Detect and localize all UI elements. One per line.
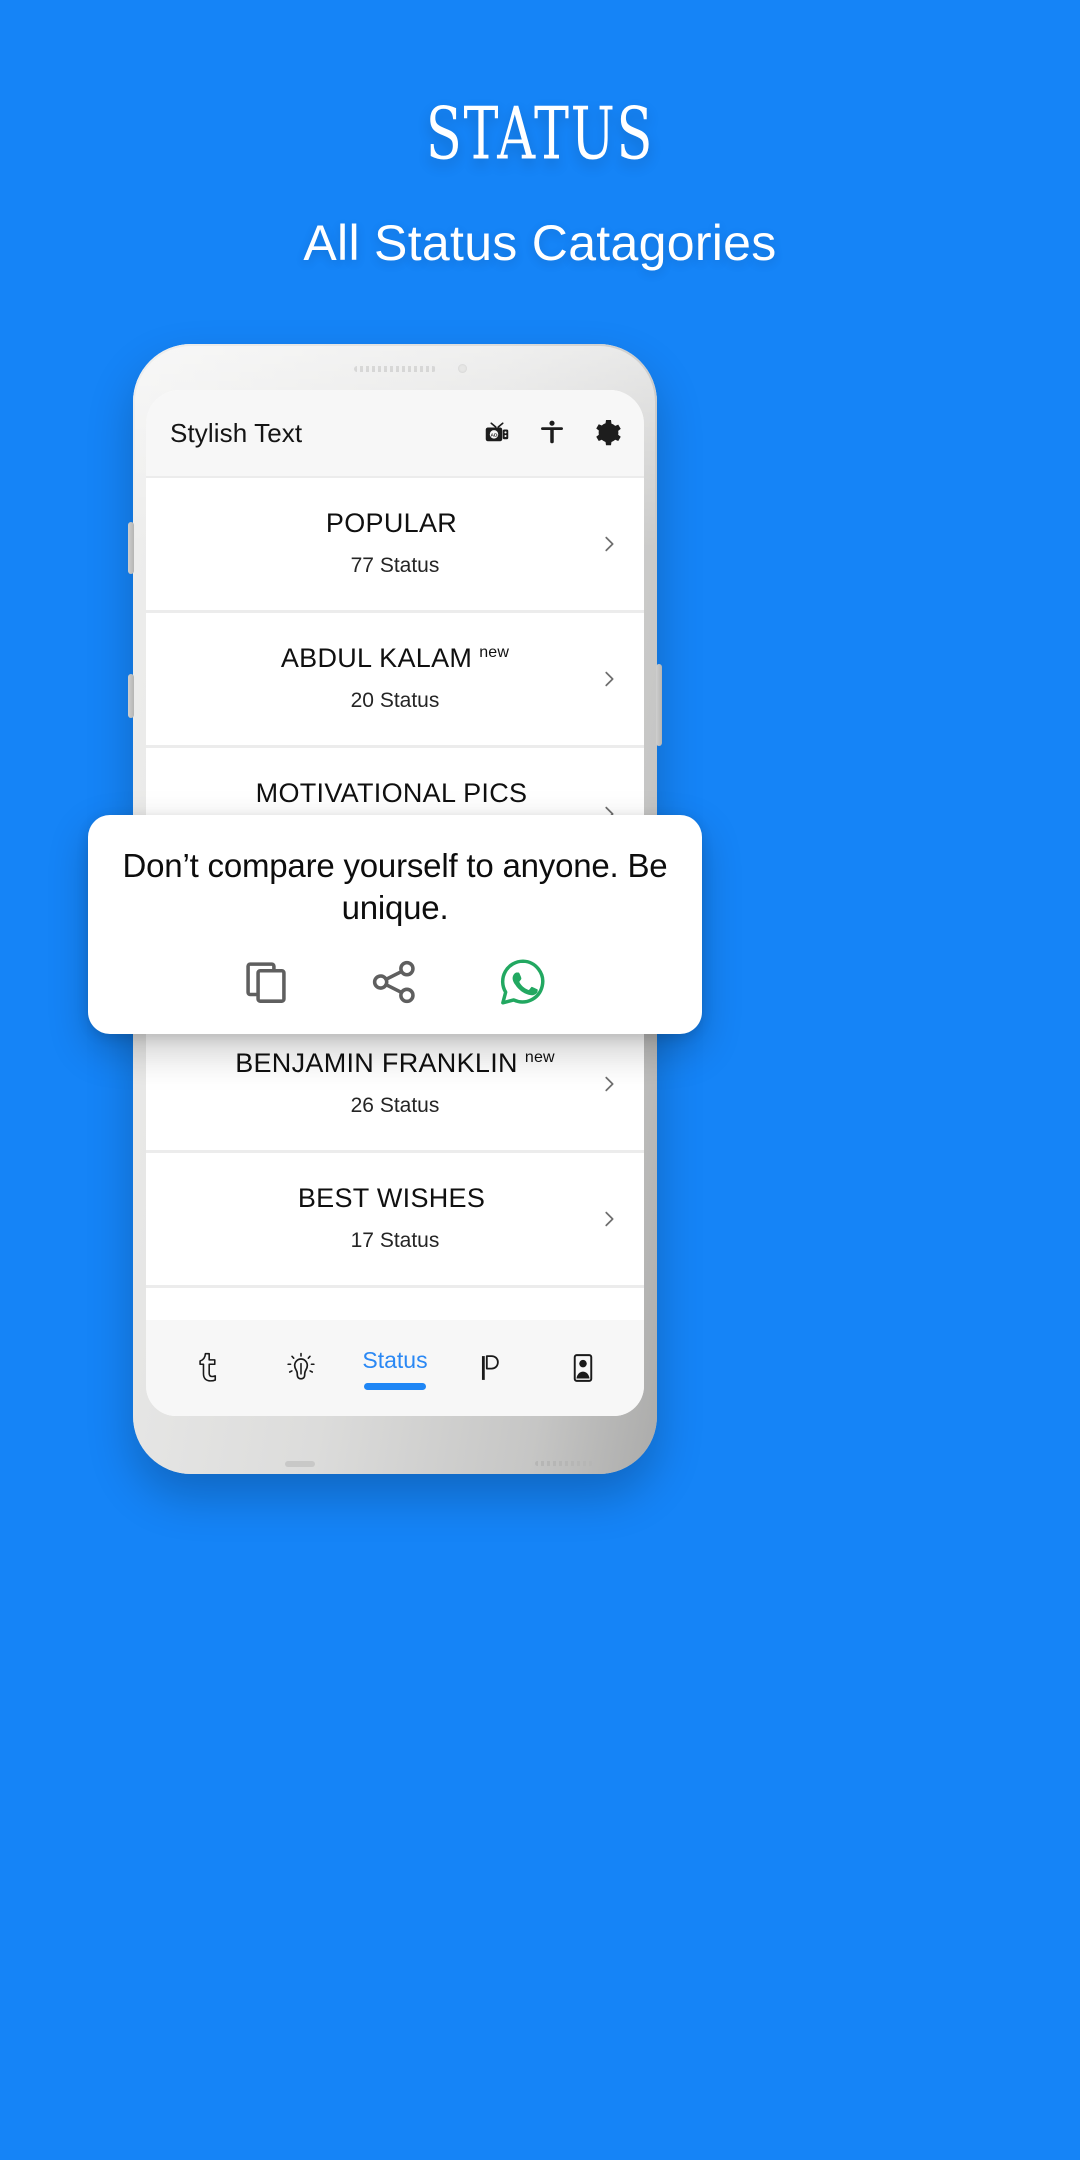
accessibility-icon[interactable] [538, 418, 566, 448]
category-title: BEST WISHES [297, 1183, 486, 1213]
quote-actions [122, 956, 668, 1008]
ad-tv-icon[interactable]: AD [482, 418, 512, 448]
nav-item-status[interactable]: Status [353, 1320, 437, 1416]
page-subtitle: All Status Catagories [303, 215, 777, 271]
category-row[interactable]: BENJAMIN FRANKLIN new 26 Status [146, 1018, 644, 1150]
app-bar-actions: AD [482, 418, 622, 448]
share-icon[interactable] [369, 957, 419, 1007]
category-subtitle: 26 Status [350, 1094, 440, 1117]
new-badge: new [524, 1049, 555, 1066]
category-subtitle: 17 Status [350, 1229, 440, 1252]
chevron-right-icon[interactable] [598, 668, 620, 690]
earpiece-speaker-icon [354, 366, 436, 372]
volume-down-button[interactable] [128, 674, 134, 718]
nav-item-tumblr[interactable] [165, 1320, 249, 1416]
category-row[interactable]: CAPTION FOR DP [146, 1288, 644, 1320]
category-subtitle: 20 Status [350, 689, 440, 712]
nav-item-p[interactable] [447, 1320, 531, 1416]
pen-nib-icon [284, 1351, 318, 1385]
p-monogram-icon [474, 1351, 504, 1385]
power-button[interactable] [656, 664, 662, 746]
quote-card: Don’t compare yourself to anyone. Be uni… [88, 815, 702, 1035]
nav-item-label: Status [362, 1346, 428, 1373]
bottom-speaker-icon [535, 1461, 593, 1466]
profile-card-icon [568, 1351, 598, 1385]
promo-header: Status All Status Catagories [0, 0, 1080, 272]
category-row[interactable]: ABDUL KALAM new 20 Status [146, 613, 644, 745]
app-bar-title: Stylish Text [170, 417, 303, 448]
nav-item-create[interactable] [259, 1320, 343, 1416]
category-subtitle: 77 Status [350, 554, 440, 577]
chevron-right-icon[interactable] [598, 1073, 620, 1095]
category-title: BENJAMIN FRANKLIN new [235, 1048, 555, 1078]
front-camera-icon [457, 364, 467, 373]
gear-icon[interactable] [592, 418, 622, 448]
quote-text: Don’t compare yourself to anyone. Be uni… [122, 847, 668, 926]
category-title: ABDUL KALAM new [280, 643, 510, 673]
svg-text:AD: AD [490, 432, 498, 438]
volume-up-button[interactable] [128, 522, 134, 574]
bottom-navigation: Status [146, 1320, 644, 1416]
category-row[interactable]: POPULAR 77 Status [146, 478, 644, 610]
charging-port-icon [285, 1461, 315, 1467]
copy-icon[interactable] [241, 957, 291, 1007]
nav-item-profile[interactable] [541, 1320, 625, 1416]
page-title: Status [425, 63, 655, 184]
tumblr-t-icon [192, 1351, 222, 1385]
chevron-right-icon[interactable] [598, 533, 620, 555]
category-title: POPULAR [325, 508, 458, 538]
category-row[interactable]: BEST WISHES 17 Status [146, 1153, 644, 1285]
category-title: MOTIVATIONAL PICS [255, 778, 528, 808]
new-badge: new [479, 644, 510, 661]
chevron-right-icon[interactable] [598, 1208, 620, 1230]
active-tab-indicator [364, 1382, 426, 1390]
whatsapp-icon[interactable] [497, 956, 549, 1008]
app-bar: Stylish Text AD [146, 390, 644, 476]
